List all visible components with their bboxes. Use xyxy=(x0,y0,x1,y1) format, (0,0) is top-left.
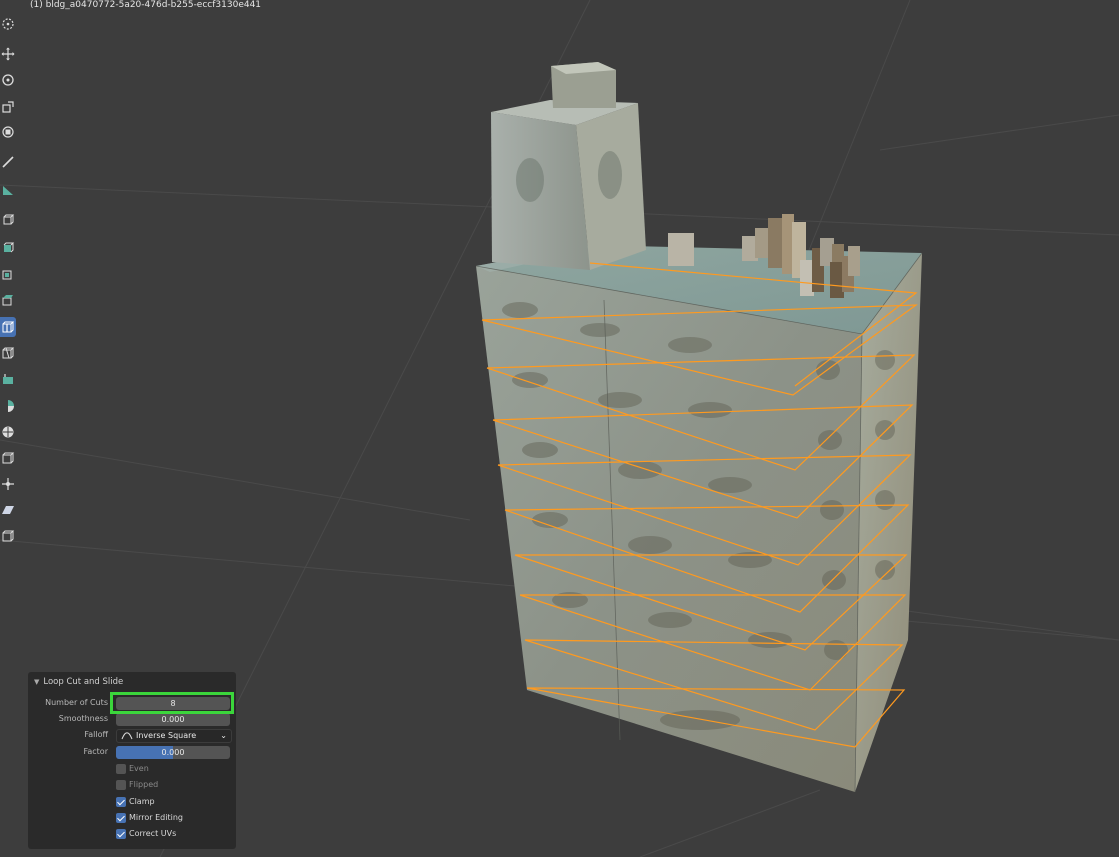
spin-tool-icon[interactable] xyxy=(0,396,16,416)
add-cube-tool-icon[interactable] xyxy=(0,210,16,230)
inset-faces-tool-icon[interactable] xyxy=(0,264,16,284)
smoothness-field[interactable]: 0.000 xyxy=(116,713,230,726)
falloff-value: Inverse Square xyxy=(136,731,197,740)
building-side-face xyxy=(855,253,922,792)
flipped-checkbox[interactable] xyxy=(116,780,126,790)
flipped-checkbox-label: Flipped xyxy=(129,780,159,789)
even-checkbox-label: Even xyxy=(129,764,149,773)
chevron-down-icon: ⌄ xyxy=(220,731,227,740)
falloff-row: Falloff Inverse Square ⌄ xyxy=(28,729,236,743)
shear-tool-icon[interactable] xyxy=(0,500,16,520)
mirror-editing-checkbox-label: Mirror Editing xyxy=(129,813,183,822)
number-of-cuts-highlight xyxy=(110,692,234,714)
number-of-cuts-label: Number of Cuts xyxy=(45,698,108,707)
3d-viewport[interactable]: (1) bldg_a0470772-5a20-476d-b255-eccf313… xyxy=(0,0,1119,857)
rotate-tool-icon[interactable] xyxy=(0,70,16,90)
scale-tool-icon[interactable] xyxy=(0,97,16,117)
tool-shelf xyxy=(0,0,16,560)
even-checkbox-row[interactable]: Even xyxy=(28,763,236,777)
falloff-curve-icon xyxy=(121,732,133,740)
mirror-editing-checkbox[interactable] xyxy=(116,813,126,823)
knife-tool-icon[interactable] xyxy=(0,343,16,363)
falloff-label: Falloff xyxy=(84,730,108,739)
clamp-checkbox-row[interactable]: Clamp xyxy=(28,796,236,810)
object-name-label: (1) bldg_a0470772-5a20-476d-b255-eccf313… xyxy=(30,0,262,10)
building-mesh xyxy=(475,62,923,793)
even-checkbox[interactable] xyxy=(116,764,126,774)
measure-tool-icon[interactable] xyxy=(0,180,16,200)
edge-slide-tool-icon[interactable] xyxy=(0,448,16,468)
clamp-checkbox-label: Clamp xyxy=(129,797,155,806)
flipped-checkbox-row[interactable]: Flipped xyxy=(28,779,236,793)
clamp-checkbox[interactable] xyxy=(116,797,126,807)
operator-panel-title: Loop Cut and Slide xyxy=(43,677,124,687)
annotate-tool-icon[interactable] xyxy=(0,152,16,172)
factor-value: 0.000 xyxy=(161,748,185,757)
transform-tool-icon[interactable] xyxy=(0,122,16,142)
correct-uvs-checkbox-row[interactable]: Correct UVs xyxy=(28,828,236,842)
shrink-fatten-tool-icon[interactable] xyxy=(0,474,16,494)
smooth-tool-icon[interactable] xyxy=(0,422,16,442)
mirror-editing-checkbox-row[interactable]: Mirror Editing xyxy=(28,812,236,826)
factor-label: Factor xyxy=(83,747,109,756)
operator-panel-header[interactable]: ▼ Loop Cut and Slide xyxy=(34,677,123,687)
smoothness-row: Smoothness 0.000 xyxy=(28,713,236,727)
factor-slider[interactable]: 0.000 xyxy=(116,746,230,759)
move-tool-icon[interactable] xyxy=(0,44,16,64)
rip-region-tool-icon[interactable] xyxy=(0,526,16,546)
bevel-tool-icon[interactable] xyxy=(0,290,16,310)
loop-cut-tool-icon[interactable] xyxy=(0,317,16,337)
falloff-dropdown[interactable]: Inverse Square ⌄ xyxy=(116,729,232,743)
extrude-region-tool-icon[interactable] xyxy=(0,237,16,257)
poly-build-tool-icon[interactable] xyxy=(0,369,16,389)
correct-uvs-checkbox-label: Correct UVs xyxy=(129,829,177,838)
chevron-down-icon: ▼ xyxy=(34,678,40,686)
smoothness-label: Smoothness xyxy=(58,714,108,723)
factor-row: Factor 0.000 xyxy=(28,746,236,760)
correct-uvs-checkbox[interactable] xyxy=(116,829,126,839)
cursor-tool-icon[interactable] xyxy=(0,14,16,34)
